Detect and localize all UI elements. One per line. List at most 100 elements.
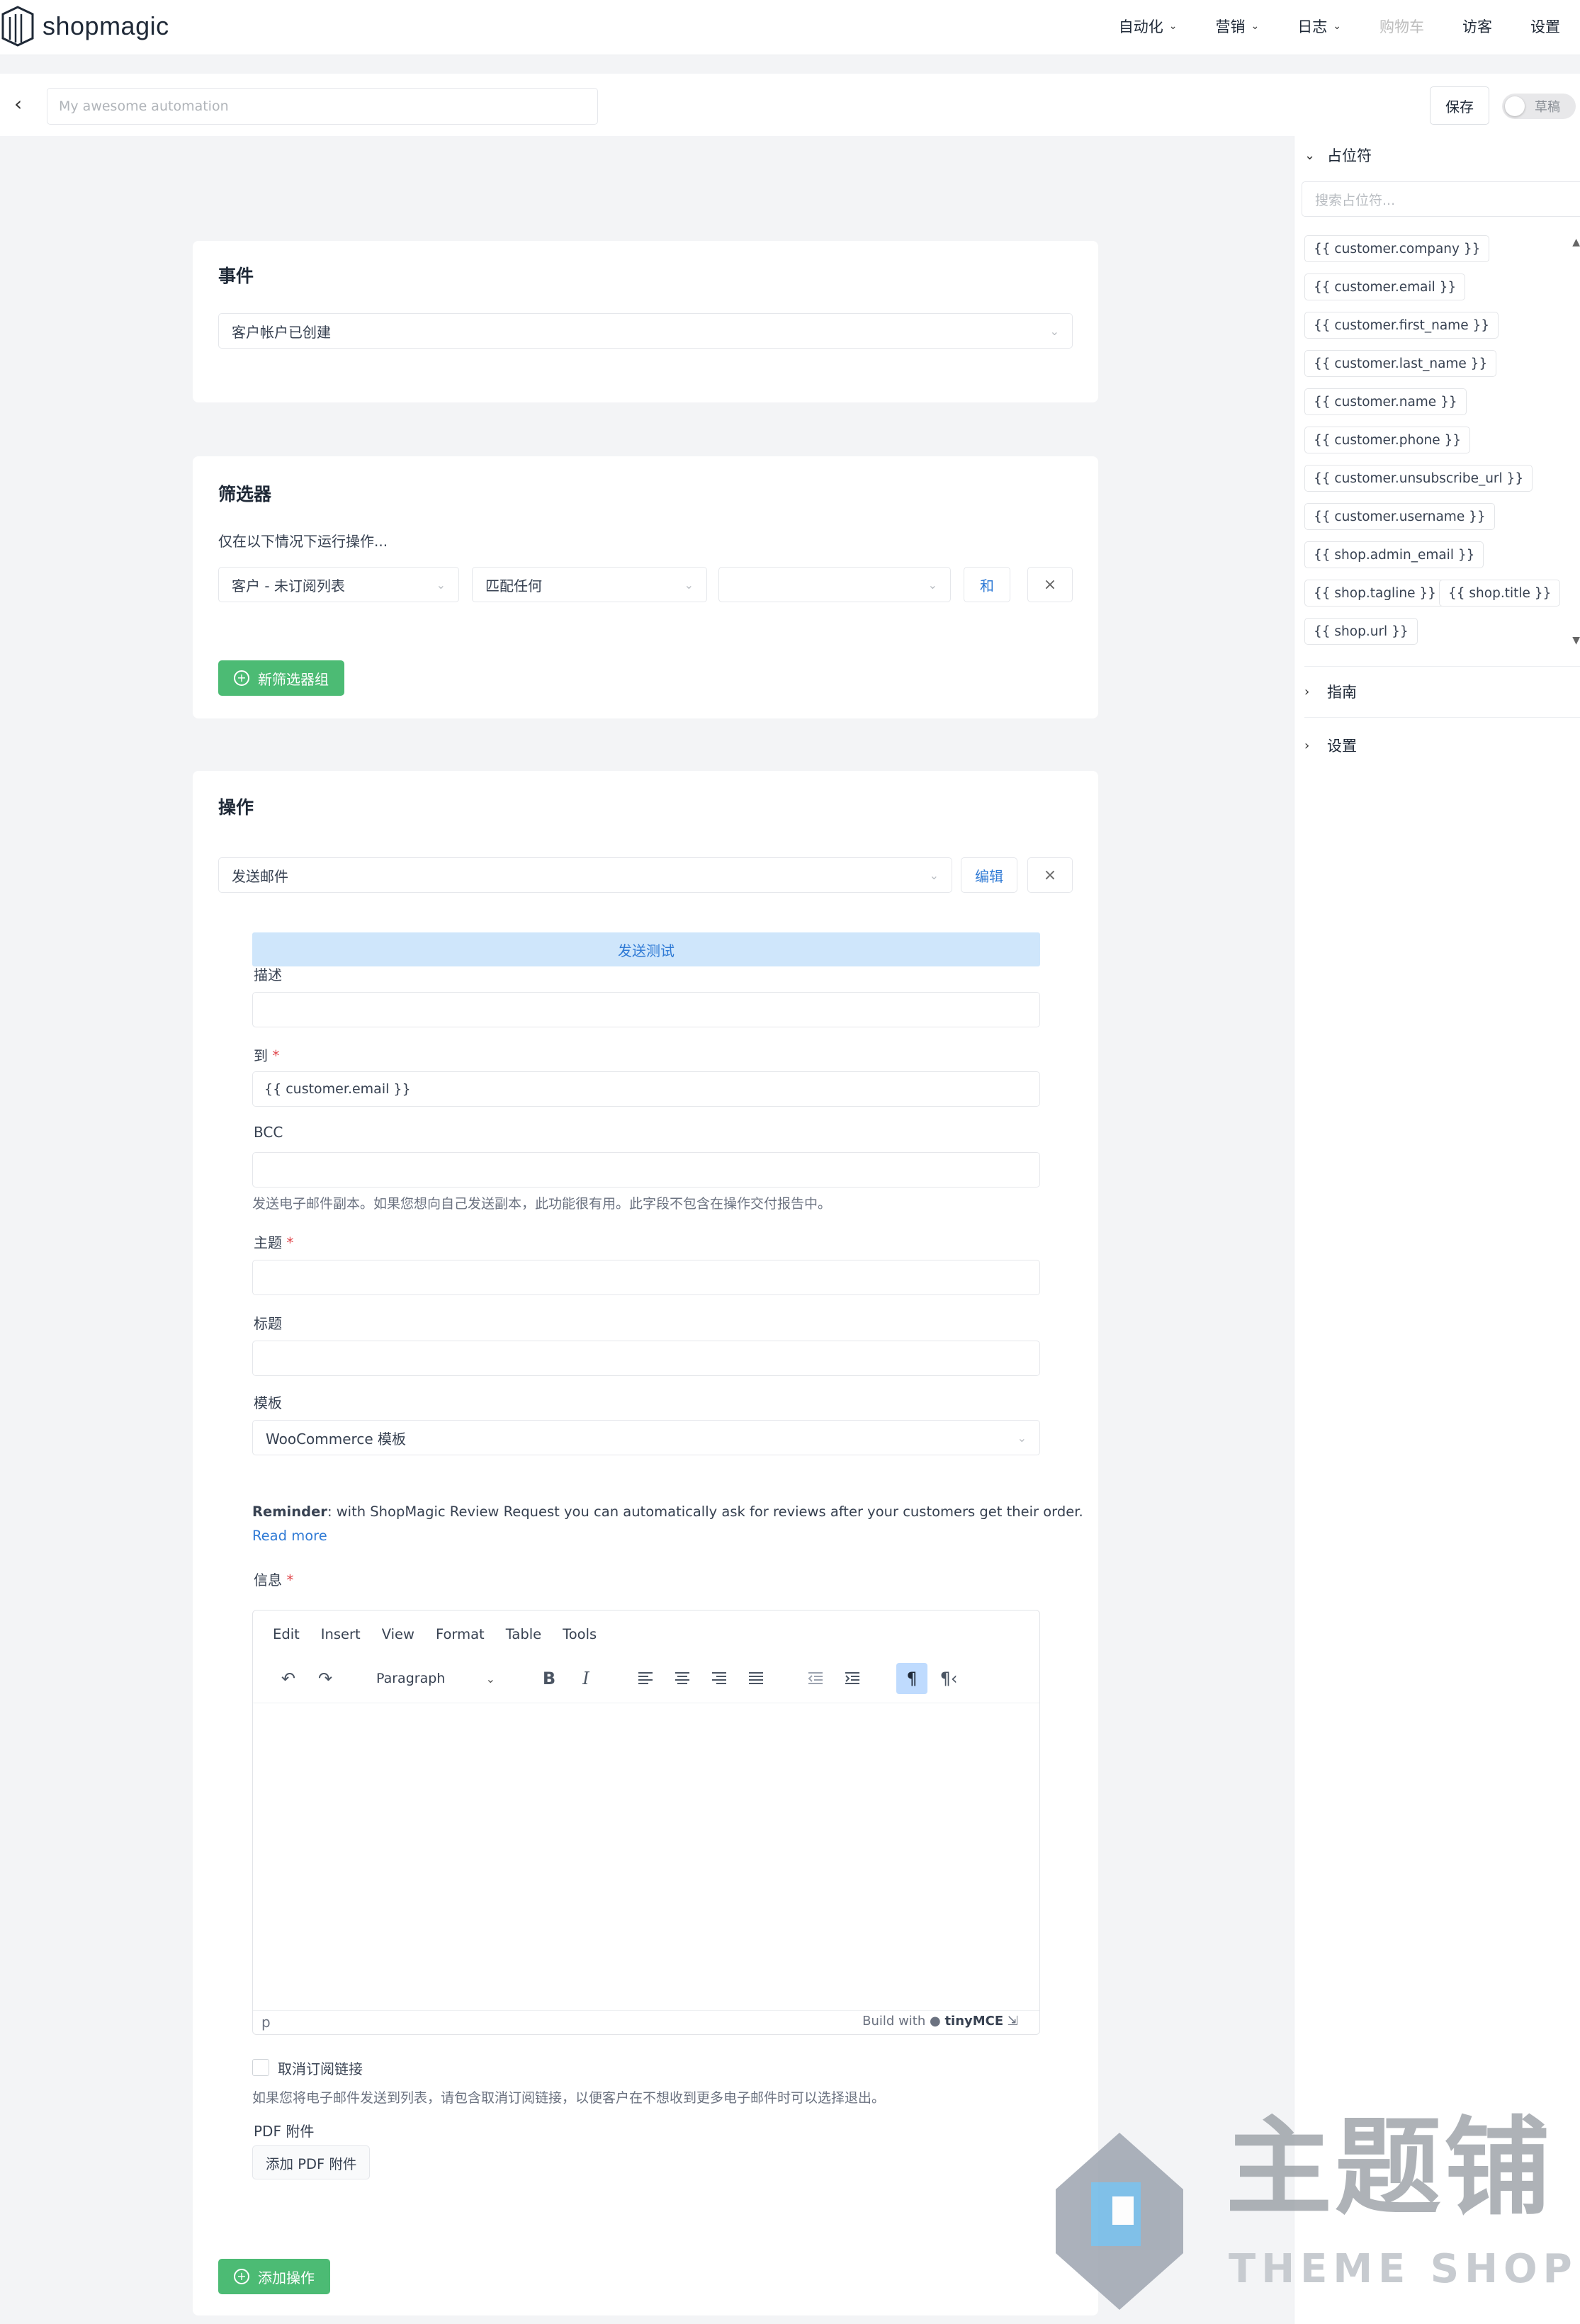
settings-section-toggle[interactable]: › 设置 [1304, 731, 1357, 760]
to-label: 到 * [254, 1044, 279, 1065]
and-button[interactable]: 和 [964, 567, 1010, 602]
placeholder-tag[interactable]: {{ customer.last_name }} [1304, 350, 1497, 377]
bcc-field[interactable] [252, 1152, 1040, 1188]
align-left-icon[interactable] [630, 1663, 661, 1694]
chevron-left-icon[interactable]: ‹ [14, 92, 22, 115]
placeholder-tag[interactable]: {{ shop.title }} [1439, 580, 1561, 607]
menu-insert[interactable]: Insert [321, 1626, 361, 1642]
filters-card: 筛选器 仅在以下情况下运行操作... 客户 - 未订阅列表 ⌄ 匹配任何 ⌄ ⌄… [193, 456, 1098, 718]
to-field[interactable]: {{ customer.email }} [252, 1071, 1040, 1107]
toggle-knob [1505, 96, 1525, 116]
placeholder-tag[interactable]: {{ customer.company }} [1304, 235, 1490, 262]
read-more-link[interactable]: Read more [252, 1528, 327, 1544]
plus-circle-icon: + [234, 670, 249, 686]
outdent-icon[interactable] [800, 1663, 831, 1694]
placeholder-tag[interactable]: {{ customer.username }} [1304, 503, 1495, 530]
right-sidebar: ⌄ 占位符 搜索占位符... ▲ {{ customer.company }} … [1294, 136, 1580, 2324]
nav-settings[interactable]: 设置 [1530, 16, 1560, 37]
draft-toggle[interactable]: 草稿 [1502, 94, 1576, 119]
chevron-right-icon: › [1304, 738, 1310, 753]
reminder-text: Reminder: with ShopMagic Review Request … [252, 1504, 1083, 1520]
nav-automation[interactable]: 自动化 ⌄ [1119, 16, 1178, 37]
menu-tools[interactable]: Tools [563, 1626, 597, 1642]
menu-view[interactable]: View [382, 1626, 414, 1642]
edit-action-button[interactable]: 编辑 [961, 857, 1017, 893]
scroll-up-icon[interactable]: ▲ [1572, 237, 1580, 248]
menu-format[interactable]: Format [436, 1626, 485, 1642]
save-button[interactable]: 保存 [1430, 86, 1489, 125]
filter-value-select[interactable]: ⌄ [718, 567, 951, 602]
chevron-down-icon: ⌄ [436, 577, 446, 592]
placeholder-tag[interactable]: {{ shop.tagline }} [1304, 580, 1445, 607]
redo-icon[interactable]: ↷ [310, 1663, 341, 1694]
chevron-down-icon: ⌄ [684, 577, 694, 592]
bcc-label: BCC [254, 1124, 283, 1141]
editor-statusbar: p Build with ● tinyMCE ⇲ [253, 2010, 1039, 2034]
placeholder-tag[interactable]: {{ customer.unsubscribe_url }} [1304, 465, 1533, 492]
align-right-icon[interactable] [704, 1663, 735, 1694]
indent-icon[interactable] [837, 1663, 868, 1694]
filters-title: 筛选器 [218, 484, 272, 504]
automation-name-input[interactable]: My awesome automation [47, 88, 598, 125]
undo-icon[interactable]: ↶ [273, 1663, 304, 1694]
nav-logs[interactable]: 日志 ⌄ [1297, 16, 1341, 37]
rich-text-editor: Edit Insert View Format Table Tools ↶ ↷ … [252, 1610, 1040, 2035]
add-action-button[interactable]: + 添加操作 [218, 2259, 330, 2294]
heading-field[interactable] [252, 1341, 1040, 1376]
placeholder-tag[interactable]: {{ customer.first_name }} [1304, 312, 1499, 339]
nav-label: 自动化 [1118, 18, 1163, 35]
add-filter-group-label: 新筛选器组 [258, 670, 329, 688]
action-select[interactable]: 发送邮件 ⌄ [218, 857, 952, 893]
element-path: p [261, 2014, 271, 2031]
event-select[interactable]: 客户帐户已创建 ⌄ [218, 313, 1073, 349]
remove-action-button[interactable]: × [1027, 857, 1073, 893]
align-center-icon[interactable] [667, 1663, 698, 1694]
bold-icon[interactable]: B [534, 1663, 565, 1694]
placeholder-tag[interactable]: {{ customer.name }} [1304, 388, 1467, 415]
subject-field[interactable] [252, 1260, 1040, 1295]
ltr-direction-icon[interactable]: ¶ [896, 1663, 927, 1694]
nav-label: 访客 [1462, 18, 1492, 35]
guide-section-toggle[interactable]: › 指南 [1304, 677, 1357, 706]
add-pdf-button[interactable]: 添加 PDF 附件 [252, 2145, 371, 2179]
scroll-down-icon[interactable]: ▼ [1572, 635, 1580, 646]
nav-guests[interactable]: 访客 [1462, 16, 1492, 37]
actions-title: 操作 [218, 797, 254, 818]
placeholder-tag[interactable]: {{ customer.phone }} [1304, 427, 1471, 453]
block-format-select[interactable]: Paragraph ⌄ [366, 1663, 505, 1694]
align-justify-icon[interactable] [740, 1663, 772, 1694]
nav-label: 设置 [1530, 18, 1560, 35]
chevron-down-icon: ⌄ [1017, 1431, 1027, 1445]
placeholder-tag[interactable]: {{ shop.admin_email }} [1304, 541, 1484, 568]
rtl-direction-icon[interactable]: ¶‹ [933, 1663, 964, 1694]
logo[interactable]: shopmagic [0, 3, 169, 50]
chevron-down-icon: ⌄ [1168, 21, 1178, 32]
nav-marketing[interactable]: 营销 ⌄ [1216, 16, 1260, 37]
placeholder-tag[interactable]: {{ shop.url }} [1304, 618, 1418, 645]
menu-edit[interactable]: Edit [273, 1626, 300, 1642]
template-select[interactable]: WooCommerce 模板 ⌄ [252, 1420, 1040, 1455]
placeholder-tag[interactable]: {{ customer.email }} [1304, 273, 1466, 300]
unsubscribe-checkbox[interactable] [252, 2059, 269, 2076]
shopmagic-logo-icon [1, 6, 34, 47]
remove-filter-button[interactable]: × [1027, 567, 1073, 602]
toggle-label: 草稿 [1535, 100, 1560, 115]
italic-icon[interactable]: I [570, 1663, 602, 1694]
add-action-label: 添加操作 [258, 2269, 315, 2286]
editor-toolbar: ↶ ↷ Paragraph ⌄ B I ¶ ¶‹ [273, 1660, 1038, 1697]
tinymce-branding[interactable]: Build with ● tinyMCE ⇲ [862, 2014, 1018, 2029]
main-nav: 自动化 ⌄ 营销 ⌄ 日志 ⌄ 购物车 访客 设置 [1100, 0, 1580, 52]
filter-field-select[interactable]: 客户 - 未订阅列表 ⌄ [218, 567, 459, 602]
placeholder-search-input[interactable]: 搜索占位符... [1302, 181, 1580, 217]
send-test-button[interactable]: 发送测试 [252, 932, 1040, 966]
nav-carts[interactable]: 购物车 [1379, 16, 1424, 37]
filter-condition-select[interactable]: 匹配任何 ⌄ [472, 567, 707, 602]
required-mark: * [272, 1047, 280, 1064]
menu-table[interactable]: Table [506, 1626, 541, 1642]
description-field[interactable] [252, 992, 1040, 1027]
to-label-text: 到 [254, 1047, 268, 1064]
add-filter-group-button[interactable]: + 新筛选器组 [218, 660, 344, 696]
unsubscribe-label: 取消订阅链接 [278, 2060, 363, 2077]
top-bar: shopmagic 自动化 ⌄ 营销 ⌄ 日志 ⌄ 购物车 访客 设置 [0, 0, 1580, 55]
placeholders-section-toggle[interactable]: ⌄ 占位符 [1304, 141, 1372, 169]
